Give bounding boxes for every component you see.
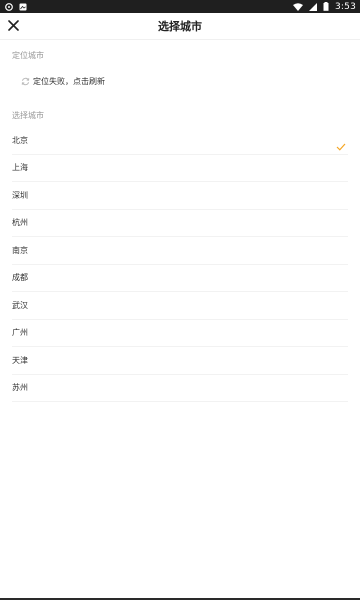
status-right: 3:53 xyxy=(292,1,356,12)
close-button[interactable] xyxy=(7,19,20,32)
city-item-suzhou[interactable]: 苏州 xyxy=(12,375,348,402)
image-icon xyxy=(19,3,27,11)
location-section-label: 定位城市 xyxy=(12,51,44,60)
locate-status-text: 定位失败，点击刷新 xyxy=(33,76,105,86)
city-item-shenzhen[interactable]: 深圳 xyxy=(12,182,348,210)
city-name: 天津 xyxy=(12,355,28,365)
city-section-label: 选择城市 xyxy=(12,111,44,120)
battery-icon xyxy=(323,2,329,11)
city-item-tianjin[interactable]: 天津 xyxy=(12,347,348,375)
city-item-beijing[interactable]: 北京 xyxy=(12,127,348,155)
close-icon xyxy=(8,20,19,31)
city-name: 广州 xyxy=(12,328,28,338)
city-item-wuhan[interactable]: 武汉 xyxy=(12,292,348,320)
refresh-icon xyxy=(21,77,30,86)
city-name: 上海 xyxy=(12,163,28,173)
page-title: 选择城市 xyxy=(158,20,202,33)
city-name: 深圳 xyxy=(12,190,28,200)
wifi-icon xyxy=(292,2,303,11)
status-left xyxy=(5,2,27,11)
city-list: 北京 上海 深圳 杭州 南京 成都 武汉 广州 天津 苏州 xyxy=(0,127,360,402)
city-name: 北京 xyxy=(12,135,28,145)
status-time: 3:53 xyxy=(334,1,356,12)
city-name: 武汉 xyxy=(12,300,28,310)
city-item-nanjing[interactable]: 南京 xyxy=(12,237,348,265)
city-name: 杭州 xyxy=(12,218,28,228)
chat-bubble-icon xyxy=(5,2,13,11)
city-item-chengdu[interactable]: 成都 xyxy=(12,265,348,292)
city-name: 苏州 xyxy=(12,383,28,393)
city-name: 南京 xyxy=(12,245,28,255)
city-item-shanghai[interactable]: 上海 xyxy=(12,155,348,182)
checkmark-icon xyxy=(336,136,346,155)
app-header: 选择城市 xyxy=(0,13,360,40)
city-item-hangzhou[interactable]: 杭州 xyxy=(12,210,348,237)
signal-icon xyxy=(308,2,317,11)
city-name: 成都 xyxy=(12,273,28,283)
city-item-guangzhou[interactable]: 广州 xyxy=(12,320,348,347)
locate-refresh-button[interactable]: 定位失败，点击刷新 xyxy=(21,75,105,87)
status-bar: 3:53 xyxy=(0,0,360,13)
